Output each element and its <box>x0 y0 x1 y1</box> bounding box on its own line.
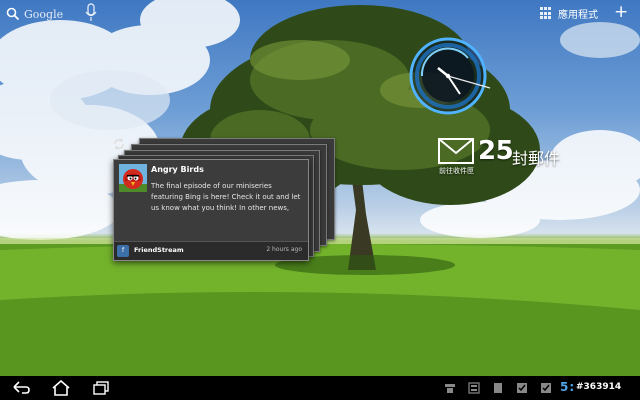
apps-grid-icon <box>540 7 553 20</box>
post-footer: f FriendStream 2 hours ago <box>114 241 308 260</box>
checkbox-notification-icon[interactable] <box>516 382 528 394</box>
status-clock[interactable]: 5: <box>560 380 575 394</box>
usb-notification-icon[interactable] <box>444 382 456 394</box>
post-source: FriendStream <box>134 246 184 254</box>
envelope-icon <box>438 138 474 164</box>
google-search-widget[interactable]: Google <box>6 4 63 24</box>
refresh-icon[interactable] <box>112 137 126 151</box>
document-notification-icon[interactable] <box>492 382 504 394</box>
add-widget-button[interactable]: + <box>614 2 628 22</box>
unread-email-count: 25 <box>478 136 514 166</box>
friendstream-app-icon: f <box>117 245 129 257</box>
home-icon[interactable] <box>50 379 72 397</box>
email-widget[interactable]: 25 封郵件 前往收件匣 <box>438 136 618 178</box>
keyboard-notification-icon[interactable] <box>468 382 480 394</box>
angry-bird-avatar <box>119 164 147 192</box>
google-brand-label: Google <box>24 7 64 21</box>
voice-search-icon[interactable] <box>84 3 98 23</box>
angry-bird-icon <box>119 164 147 192</box>
system-navigation-bar: 5: #363914 <box>0 376 640 400</box>
email-unit-label: 封郵件 <box>512 149 561 168</box>
go-to-inbox-link[interactable]: 前往收件匣 <box>439 166 474 176</box>
back-icon[interactable] <box>10 379 32 397</box>
watermark-id: #363914 <box>576 382 622 392</box>
recent-apps-icon[interactable] <box>90 379 112 397</box>
plus-icon: + <box>614 2 629 22</box>
friendstream-post-card[interactable]: Angry Birds The final episode of our min… <box>113 159 309 261</box>
post-timestamp: 2 hours ago <box>266 246 302 253</box>
search-icon <box>6 7 20 21</box>
post-body: The final episode of our miniseries feat… <box>151 182 301 212</box>
post-title: Angry Birds <box>151 165 204 174</box>
all-apps-button[interactable]: 應用程式 <box>540 6 598 21</box>
analog-clock-widget[interactable] <box>398 36 498 120</box>
checkbox-notification-icon[interactable] <box>540 382 552 394</box>
apps-label: 應用程式 <box>558 10 598 21</box>
